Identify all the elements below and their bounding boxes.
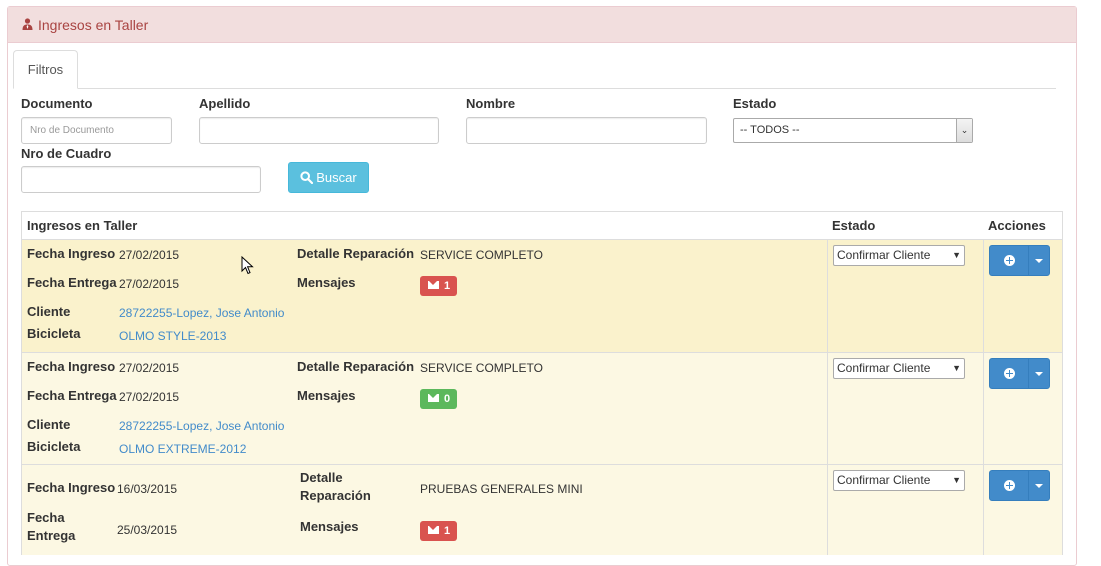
mouse-cursor-icon	[241, 256, 254, 275]
filter-tabs: Filtros	[13, 50, 1056, 89]
estado-select[interactable]: -- TODOS -- ⌄	[733, 118, 973, 143]
mensajes-badge[interactable]: 0	[420, 389, 458, 409]
add-action-button[interactable]	[989, 470, 1029, 501]
cliente-link[interactable]: 28722255-Lopez, Jose Antonio	[119, 419, 284, 433]
search-icon	[300, 165, 314, 194]
fecha-entrega-label-line2: Entrega	[27, 528, 76, 543]
bicicleta-label: Bicicleta	[27, 439, 81, 454]
nombre-label: Nombre	[466, 96, 516, 111]
fecha-ingreso-label: Fecha Ingreso	[27, 246, 116, 261]
fecha-entrega-label-line1: Fecha	[27, 510, 65, 525]
envelope-icon	[428, 281, 439, 289]
estado-row-value: Confirmar Cliente	[837, 361, 931, 375]
fecha-ingreso-label: Fecha Ingreso	[27, 480, 116, 495]
panel-title: Ingresos en Taller	[38, 17, 149, 33]
buscar-button[interactable]: Buscar	[288, 162, 369, 193]
buscar-label: Buscar	[316, 170, 357, 185]
actions-dropdown-toggle[interactable]	[1028, 245, 1050, 276]
fecha-entrega-label: Fecha Entrega	[27, 388, 117, 403]
bicicleta-link[interactable]: OLMO STYLE-2013	[119, 329, 226, 343]
chevron-down-icon: ⌄	[956, 119, 972, 142]
plus-circle-icon	[1004, 480, 1015, 491]
fecha-entrega-value: 27/02/2015	[119, 277, 180, 291]
nro-cuadro-input[interactable]	[21, 166, 261, 193]
mensajes-label: Mensajes	[297, 275, 356, 290]
envelope-icon	[428, 394, 439, 402]
documento-input[interactable]: Nro de Documento	[21, 117, 172, 144]
fecha-entrega-value: 25/03/2015	[117, 523, 178, 537]
table-row: Fecha Ingreso 27/02/2015 Detalle Reparac…	[22, 353, 1062, 465]
detalle-label: Detalle Reparación	[297, 246, 415, 261]
chevron-down-icon: ▼	[952, 250, 961, 260]
estado-row-select[interactable]: Confirmar Cliente ▼	[833, 358, 965, 379]
estado-row-select[interactable]: Confirmar Cliente ▼	[833, 245, 965, 266]
fecha-entrega-label: Fecha Entrega	[27, 275, 117, 290]
actions-dropdown-toggle[interactable]	[1028, 358, 1050, 389]
header-acciones: Acciones	[988, 218, 1046, 233]
header-ingresos: Ingresos en Taller	[27, 218, 138, 233]
fecha-entrega-value: 27/02/2015	[119, 390, 180, 404]
estado-row-value: Confirmar Cliente	[837, 473, 931, 487]
table-header: Ingresos en Taller Estado Acciones	[22, 211, 1062, 240]
user-tie-icon	[22, 7, 34, 43]
fecha-ingreso-value: 27/02/2015	[119, 361, 180, 375]
cliente-label: Cliente	[27, 304, 71, 319]
detalle-value: SERVICE COMPLETO	[420, 361, 543, 375]
actions-dropdown-toggle[interactable]	[1028, 470, 1050, 501]
detalle-label-line2: Reparación	[300, 488, 371, 503]
estado-select-value: -- TODOS --	[740, 124, 800, 136]
cliente-label: Cliente	[27, 417, 71, 432]
estado-row-value: Confirmar Cliente	[837, 248, 931, 262]
apellido-input[interactable]	[199, 117, 439, 144]
tab-filtros[interactable]: Filtros	[13, 50, 78, 89]
table-row: Fecha Ingreso 16/03/2015 Detalle Reparac…	[22, 465, 1062, 555]
table-row: Fecha Ingreso 27/02/2015 Detalle Reparac…	[22, 240, 1062, 353]
add-action-button[interactable]	[989, 245, 1029, 276]
mensajes-label: Mensajes	[300, 519, 359, 534]
mensajes-badge[interactable]: 1	[420, 521, 458, 541]
mensajes-label: Mensajes	[297, 388, 356, 403]
add-action-button[interactable]	[989, 358, 1029, 389]
nro-cuadro-label: Nro de Cuadro	[21, 146, 112, 161]
envelope-icon	[428, 526, 439, 534]
ingresos-table: Ingresos en Taller Estado Acciones Fecha…	[21, 211, 1063, 555]
fecha-ingreso-value: 27/02/2015	[119, 248, 180, 262]
fecha-ingreso-value: 16/03/2015	[117, 482, 178, 496]
plus-circle-icon	[1004, 255, 1015, 266]
detalle-label-line1: Detalle	[300, 470, 343, 485]
bicicleta-label: Bicicleta	[27, 326, 81, 341]
panel-heading: Ingresos en Taller	[8, 7, 1076, 43]
apellido-label: Apellido	[199, 96, 251, 111]
documento-label: Documento	[21, 96, 93, 111]
chevron-down-icon: ▼	[952, 475, 961, 485]
detalle-value: SERVICE COMPLETO	[420, 248, 543, 262]
estado-label: Estado	[733, 96, 777, 111]
plus-circle-icon	[1004, 368, 1015, 379]
nombre-input[interactable]	[466, 117, 707, 144]
estado-row-select[interactable]: Confirmar Cliente ▼	[833, 470, 965, 491]
bicicleta-link[interactable]: OLMO EXTREME-2012	[119, 442, 246, 456]
chevron-down-icon: ▼	[952, 363, 961, 373]
fecha-ingreso-label: Fecha Ingreso	[27, 359, 116, 374]
mensajes-badge[interactable]: 1	[420, 276, 458, 296]
cliente-link[interactable]: 28722255-Lopez, Jose Antonio	[119, 306, 284, 320]
detalle-label: Detalle Reparación	[297, 359, 415, 374]
header-estado: Estado	[832, 218, 876, 233]
detalle-value: PRUEBAS GENERALES MINI	[420, 482, 583, 496]
